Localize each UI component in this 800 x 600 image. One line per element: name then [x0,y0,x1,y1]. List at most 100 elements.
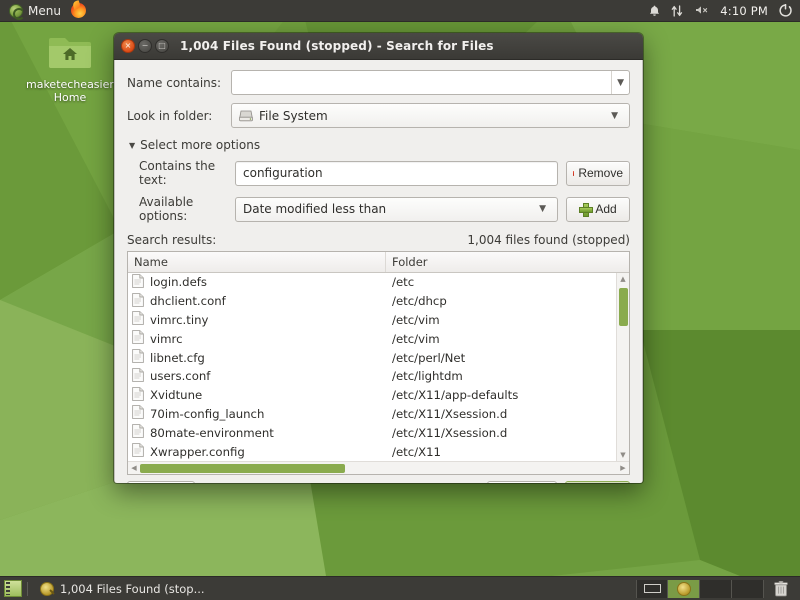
available-options-combo[interactable]: Date modified less than ▼ [235,197,558,222]
look-in-folder-value: File System [259,109,328,123]
table-row[interactable]: 80mate-environment/etc/X11/Xsession.d [128,423,616,442]
table-row[interactable]: Xwrapper.config/etc/X11 [128,442,616,461]
file-folder: /etc/lightdm [386,369,616,383]
file-name: users.conf [150,369,210,383]
remove-option-button[interactable]: Remove [566,161,630,186]
scroll-right-arrow-icon[interactable]: ▶ [617,464,629,472]
name-contains-combo[interactable]: ▼ [231,70,630,95]
drive-icon [239,110,253,122]
trash-icon[interactable] [768,581,794,597]
contains-text-input[interactable] [243,166,550,180]
table-row[interactable]: vimrc/etc/vim [128,329,616,348]
table-row[interactable]: Xvidtune/etc/X11/app-defaults [128,386,616,405]
search-for-files-window[interactable]: × − □ 1,004 Files Found (stopped) - Sear… [114,33,643,483]
chevron-down-icon[interactable]: ▼ [534,204,551,214]
window-minimize-button[interactable]: − [138,39,152,53]
task-button-label: 1,004 Files Found (stop... [60,582,205,596]
name-contains-row: Name contains: ▼ [127,70,630,95]
window-body: Name contains: ▼ Look in folder: [114,60,643,475]
vertical-scroll-trough[interactable] [617,285,629,449]
vertical-scrollbar[interactable]: ▲ ▼ [616,273,629,461]
task-list: 1,004 Files Found (stop... [34,580,211,598]
network-up-down-icon[interactable] [671,3,684,19]
workspace-1[interactable] [636,580,668,598]
chevron-down-icon[interactable]: ▼ [606,111,623,121]
column-header-name[interactable]: Name [128,252,386,272]
name-contains-label: Name contains: [127,76,231,90]
file-name: vimrc [150,332,183,346]
chevron-down-icon[interactable]: ▼ [612,78,629,88]
find-button[interactable]: Find [565,481,630,483]
contains-text-entry[interactable] [235,161,558,186]
search-results-list[interactable]: Name Folder login.defs/etcdhclient.conf/… [127,251,630,475]
help-button[interactable]: ? Help [127,481,195,483]
document-icon [132,368,144,385]
desktop-icon-home[interactable]: maketecheasier's Home [26,34,114,104]
document-icon [132,330,144,347]
table-row[interactable]: vimrc.tiny/etc/vim [128,311,616,330]
vertical-scroll-thumb[interactable] [619,288,628,326]
workspace-4[interactable] [732,580,764,598]
volume-muted-icon[interactable] [695,3,709,19]
file-name: libnet.cfg [150,351,205,365]
look-in-folder-label: Look in folder: [127,109,231,123]
file-name: Xwrapper.config [150,445,245,459]
firefox-icon[interactable] [71,3,86,18]
list-column-headers: Name Folder [128,252,629,273]
desktop-icon-home-label-1: maketecheasier's [26,78,123,91]
table-row[interactable]: login.defs/etc [128,273,616,292]
table-row[interactable]: 70im-config_launch/etc/X11/Xsession.d [128,405,616,424]
search-app-icon [40,582,54,596]
file-folder: /etc/perl/Net [386,351,616,365]
table-row[interactable]: dhclient.conf/etc/dhcp [128,292,616,311]
list-body-wrapper: login.defs/etcdhclient.conf/etc/dhcpvimr… [128,273,629,461]
workspace-2[interactable] [668,580,700,598]
list-rows[interactable]: login.defs/etcdhclient.conf/etc/dhcpvimr… [128,273,616,461]
scroll-left-arrow-icon[interactable]: ◀ [128,464,140,472]
available-options-value: Date modified less than [243,202,386,216]
document-icon [132,349,144,366]
file-name: 70im-config_launch [150,407,264,421]
document-icon [132,274,144,291]
window-titlebar[interactable]: × − □ 1,004 Files Found (stopped) - Sear… [114,33,643,60]
file-folder: /etc/X11/Xsession.d [386,407,616,421]
file-folder: /etc/X11/Xsession.d [386,426,616,440]
desktop[interactable]: Menu 4:1 [0,0,800,600]
power-gear-icon[interactable] [779,3,792,19]
menu-button[interactable]: Menu [5,3,65,19]
look-in-folder-row: Look in folder: File System ▼ [127,103,630,128]
show-desktop-icon[interactable] [4,580,22,597]
window-close-button[interactable]: × [121,39,135,53]
window-title: 1,004 Files Found (stopped) - Search for… [180,39,494,53]
contains-text-row: Contains the text: Remove [127,159,630,187]
workspace-3[interactable] [700,580,732,598]
clock[interactable]: 4:10 PM [720,4,768,18]
name-contains-input[interactable] [239,76,611,90]
scroll-up-arrow-icon[interactable]: ▲ [620,273,625,285]
window-thumbnail-icon [644,584,661,593]
table-row[interactable]: users.conf/etc/lightdm [128,367,616,386]
bell-icon[interactable] [649,3,660,19]
document-icon [132,293,144,310]
document-icon [132,311,144,328]
file-folder: /etc/vim [386,313,616,327]
available-options-label: Available options: [127,195,235,223]
close-button[interactable]: ✖ Close [487,481,557,483]
file-name: login.defs [150,275,207,289]
file-folder: /etc/vim [386,332,616,346]
horizontal-scrollbar[interactable]: ◀ ▶ [128,461,629,474]
document-icon [132,424,144,441]
column-header-folder[interactable]: Folder [386,252,629,272]
add-option-button[interactable]: Add [566,197,630,222]
table-row[interactable]: libnet.cfg/etc/perl/Net [128,348,616,367]
file-folder: /etc/X11 [386,445,616,459]
task-button[interactable]: 1,004 Files Found (stop... [34,580,211,598]
window-maximize-button[interactable]: □ [155,39,169,53]
look-in-folder-combo[interactable]: File System ▼ [231,103,630,128]
workspace-switcher[interactable] [636,580,764,598]
select-more-options-expander[interactable]: ▼ Select more options [129,138,630,152]
contains-text-label: Contains the text: [127,159,235,187]
horizontal-scroll-thumb[interactable] [140,464,345,473]
horizontal-scroll-trough[interactable] [140,462,617,474]
scroll-down-arrow-icon[interactable]: ▼ [620,449,625,461]
